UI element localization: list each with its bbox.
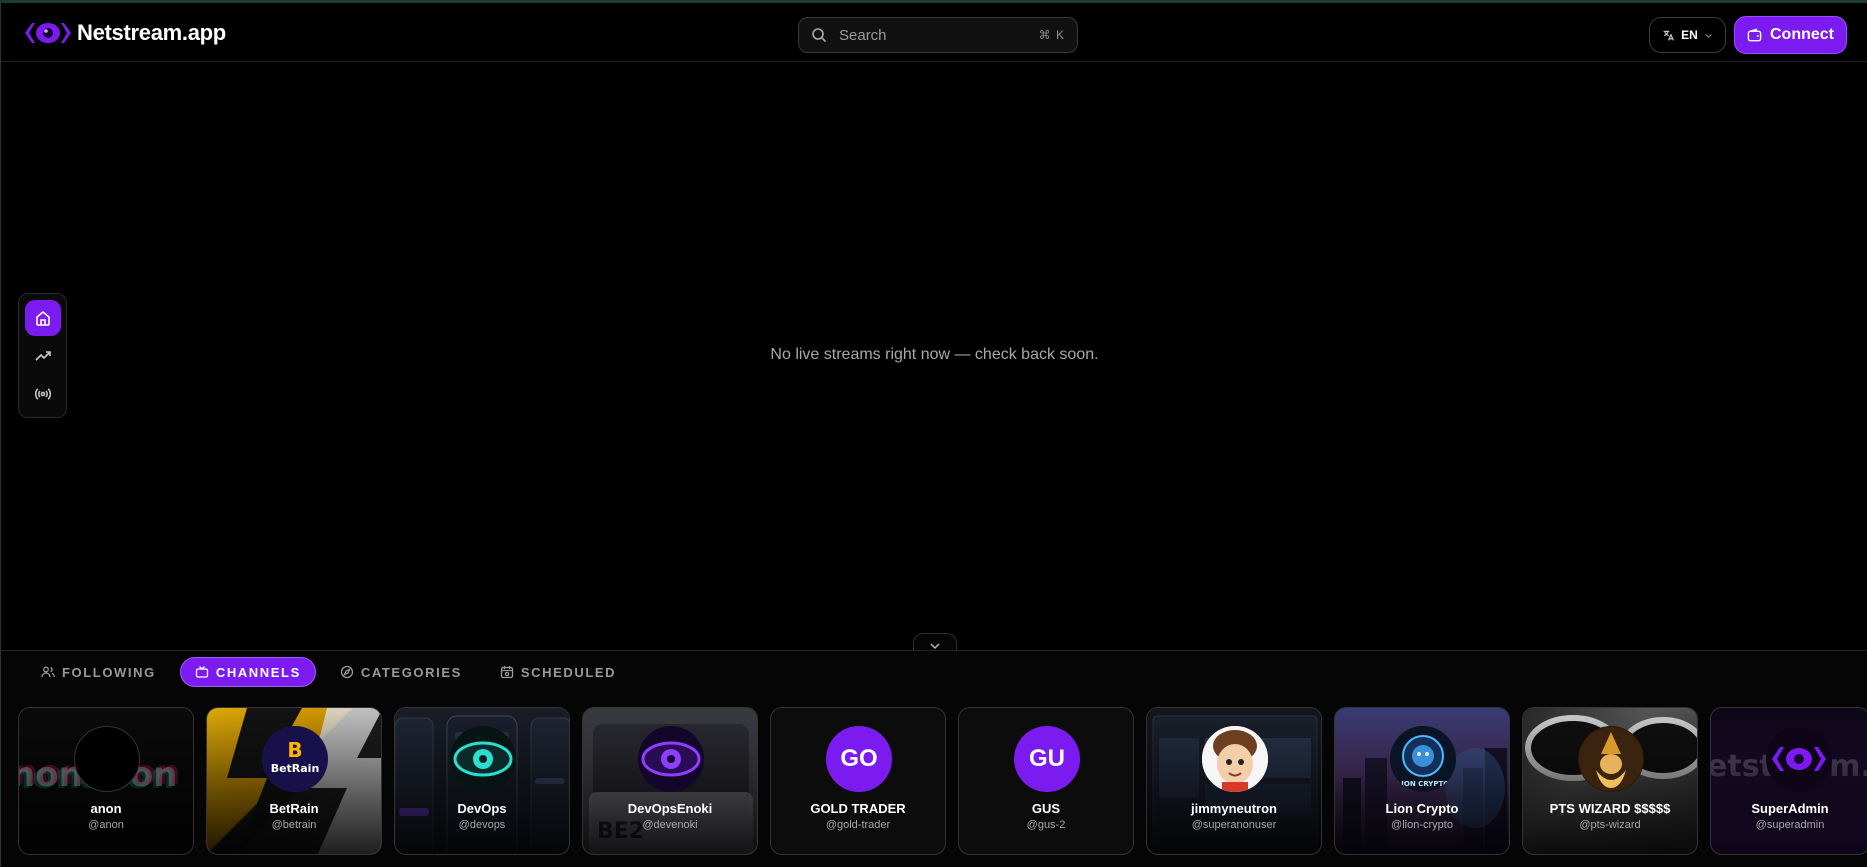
channel-card[interactable]: B BetRain BetRain @betrain xyxy=(206,707,382,855)
search-icon xyxy=(812,28,827,43)
channel-handle: @superanonuser xyxy=(1191,819,1277,831)
avatar: GO xyxy=(826,726,892,792)
svg-text:B: B xyxy=(287,738,302,762)
app-name: Netstream.app xyxy=(77,20,226,45)
avatar-initials: GO xyxy=(840,745,878,772)
tab-label: SCHEDULED xyxy=(520,664,617,680)
avatar xyxy=(74,726,140,792)
calendar-icon xyxy=(500,666,514,679)
channel-dock: FOLLOWING CHANNELS CATEGORIES SCHEDULED … xyxy=(1,650,1867,867)
channel-name: jimmyneutron xyxy=(1191,801,1277,816)
connect-label: Connect xyxy=(1770,26,1834,43)
connect-button[interactable]: Connect xyxy=(1734,16,1847,54)
tab-label: FOLLOWING xyxy=(62,664,156,680)
wallet-icon xyxy=(1747,27,1762,41)
channel-handle: @gus-2 xyxy=(1026,819,1066,831)
channel-card[interactable]: GU GUS @gus-2 xyxy=(958,707,1134,855)
tab-following[interactable]: FOLLOWING xyxy=(27,657,170,687)
channel-name: GOLD TRADER xyxy=(810,801,906,816)
channel-card[interactable]: jimmyneutron @superanonuser xyxy=(1146,707,1322,855)
chevron-down-icon xyxy=(1705,33,1712,38)
broadcast-icon xyxy=(34,388,52,400)
lion-logo-icon: LION CRYPTO xyxy=(1397,735,1449,788)
search-placeholder: Search xyxy=(839,26,887,44)
netstream-logo-icon xyxy=(1772,747,1826,771)
channel-handle: @betrain xyxy=(271,819,317,831)
avatar: B BetRain xyxy=(262,726,328,792)
app-window: Netstream.app Search ⌘ K EN Connect No l xyxy=(0,0,1867,867)
channel-name: DevOps xyxy=(457,801,507,816)
channel-card[interactable]: etstream.app SuperAdmin @superadmin xyxy=(1710,707,1867,855)
language-label: EN xyxy=(1681,28,1698,42)
rail-live-button[interactable] xyxy=(25,376,61,412)
channel-card[interactable]: BE2 DevOpsEnoki @devenoki xyxy=(582,707,758,855)
tab-categories[interactable]: CATEGORIES xyxy=(326,657,476,687)
channel-handle: @anon xyxy=(88,819,124,831)
channel-handle: @devenoki xyxy=(642,819,698,831)
channel-card[interactable]: DevOps @devops xyxy=(394,707,570,855)
channel-handle: @gold-trader xyxy=(825,819,891,831)
eye-logo-icon xyxy=(453,741,513,777)
translate-icon xyxy=(1663,30,1675,41)
channel-list: nonanon nonanon nonanon anon @anon xyxy=(18,707,1867,855)
tab-channels[interactable]: CHANNELS xyxy=(179,657,316,687)
top-bar: Netstream.app Search ⌘ K EN Connect xyxy=(1,6,1867,62)
channel-name: BetRain xyxy=(269,801,319,816)
avatar xyxy=(450,726,516,792)
avatar xyxy=(1766,726,1832,792)
channel-name: GUS xyxy=(1031,801,1061,816)
compass-icon xyxy=(340,665,354,679)
language-selector[interactable]: EN xyxy=(1649,17,1726,53)
channel-card[interactable]: LION CRYPTO Lion Crypto @lion-crypto xyxy=(1334,707,1510,855)
rail-home-button[interactable] xyxy=(25,300,61,336)
wizard-avatar-icon xyxy=(1579,727,1643,791)
channel-card[interactable]: GO GOLD TRADER @gold-trader xyxy=(770,707,946,855)
logo[interactable]: Netstream.app xyxy=(23,20,226,46)
avatar-initials: GU xyxy=(1029,745,1065,772)
channel-card[interactable]: nonanon nonanon nonanon anon @anon xyxy=(18,707,194,855)
avatar: GU xyxy=(1014,726,1080,792)
home-icon xyxy=(36,310,50,326)
cartoon-avatar-icon xyxy=(1202,726,1268,792)
avatar xyxy=(638,726,704,792)
betrain-logo-icon: B BetRain xyxy=(263,727,327,791)
channel-handle: @superadmin xyxy=(1755,819,1825,831)
channel-name: Lion Crypto xyxy=(1385,801,1459,816)
tab-scheduled[interactable]: SCHEDULED xyxy=(486,657,630,687)
dock-tabs: FOLLOWING CHANNELS CATEGORIES SCHEDULED xyxy=(27,657,630,687)
channel-handle: @devops xyxy=(458,819,506,831)
netstream-logo-icon xyxy=(25,23,71,43)
svg-text:BetRain: BetRain xyxy=(271,762,320,775)
avatar: LION CRYPTO xyxy=(1390,726,1456,792)
search-input[interactable]: Search ⌘ K xyxy=(798,17,1078,53)
channel-name: anon xyxy=(90,801,122,816)
search-shortcut: ⌘ K xyxy=(1038,28,1065,42)
users-icon xyxy=(41,666,55,678)
avatar xyxy=(1202,726,1268,792)
tab-label: CHANNELS xyxy=(215,664,301,680)
channel-name: DevOpsEnoki xyxy=(627,801,713,816)
empty-state-message: No live streams right now — check back s… xyxy=(770,346,1099,363)
channel-handle: @lion-crypto xyxy=(1391,819,1453,831)
channel-card[interactable]: PTS WIZARD $$$$$ @pts-wizard xyxy=(1522,707,1698,855)
tab-label: CATEGORIES xyxy=(360,664,462,680)
avatar xyxy=(1578,726,1644,792)
channel-name: SuperAdmin xyxy=(1751,801,1829,816)
channel-name: PTS WIZARD $$$$$ xyxy=(1549,801,1671,816)
tv-icon xyxy=(195,666,208,678)
channel-handle: @pts-wizard xyxy=(1579,819,1641,831)
eye-logo-icon xyxy=(641,741,701,777)
